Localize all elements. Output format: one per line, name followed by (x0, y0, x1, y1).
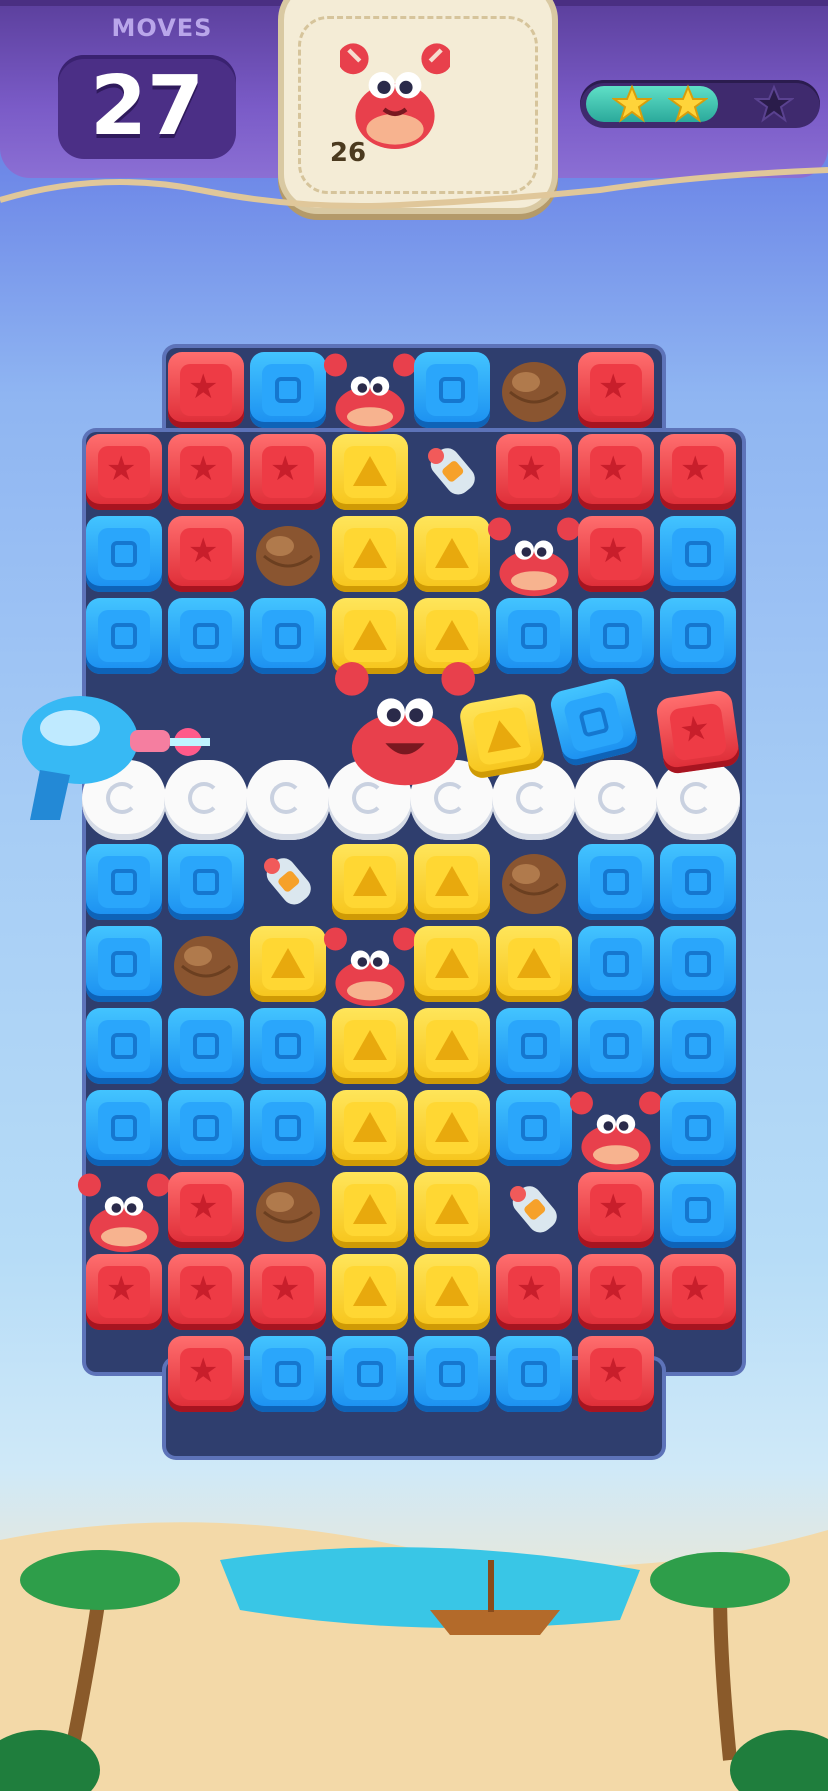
red-star-block[interactable]: ★ (86, 434, 162, 510)
yellow-triangle-block[interactable] (414, 516, 490, 592)
rope-decoration (0, 167, 828, 209)
red-star-block[interactable]: ★ (578, 1172, 654, 1248)
red-star-block[interactable]: ★ (496, 1254, 572, 1330)
blue-square-block[interactable] (168, 844, 244, 920)
red-star-block[interactable]: ★ (168, 1336, 244, 1412)
blue-square-block[interactable] (250, 352, 326, 428)
red-star-block[interactable]: ★ (168, 1172, 244, 1248)
blue-square-block[interactable] (660, 844, 736, 920)
blue-square-block[interactable] (496, 1336, 572, 1412)
red-star-block[interactable]: ★ (578, 434, 654, 510)
red-star-block[interactable]: ★ (168, 434, 244, 510)
yellow-triangle-block[interactable] (414, 926, 490, 1002)
blue-square-block[interactable] (332, 1336, 408, 1412)
blue-square-block[interactable] (168, 598, 244, 674)
yellow-triangle-block[interactable] (414, 1090, 490, 1166)
red-star-block[interactable]: ★ (660, 1254, 736, 1330)
moves-counter: 27 (58, 55, 236, 159)
blue-square-block[interactable] (250, 598, 326, 674)
star-empty-icon (754, 84, 794, 123)
crab-icon (322, 914, 418, 1010)
yellow-triangle-block[interactable] (332, 516, 408, 592)
big-crab-icon (335, 662, 475, 786)
blue-square-block[interactable] (496, 1008, 572, 1084)
coconut-icon[interactable] (250, 1172, 326, 1248)
crab-icon (322, 340, 418, 436)
blue-square-block[interactable] (660, 1172, 736, 1248)
blue-square-block[interactable] (660, 926, 736, 1002)
blue-square-block[interactable] (86, 926, 162, 1002)
blue-square-block[interactable] (86, 844, 162, 920)
blue-square-block[interactable] (86, 1090, 162, 1166)
moves-label: MOVES (111, 14, 213, 42)
blue-square-block[interactable] (578, 844, 654, 920)
blue-square-block[interactable] (660, 1008, 736, 1084)
blue-square-block[interactable] (496, 1090, 572, 1166)
blue-square-block[interactable] (168, 1008, 244, 1084)
cloud-blocker (574, 760, 658, 840)
red-star-block[interactable]: ★ (578, 516, 654, 592)
coconut-icon[interactable] (496, 352, 572, 428)
red-star-block[interactable]: ★ (168, 516, 244, 592)
red-star-block[interactable]: ★ (578, 1336, 654, 1412)
star-icon (612, 84, 652, 123)
crab-icon (568, 1078, 664, 1174)
flying-red-block: ★ (655, 689, 741, 775)
coconut-icon[interactable] (168, 926, 244, 1002)
red-star-block[interactable]: ★ (168, 1254, 244, 1330)
red-star-block[interactable]: ★ (168, 352, 244, 428)
coconut-icon[interactable] (496, 844, 572, 920)
crab-icon (486, 504, 582, 600)
yellow-triangle-block[interactable] (332, 434, 408, 510)
blue-square-block[interactable] (660, 598, 736, 674)
blue-square-block[interactable] (414, 352, 490, 428)
blue-square-block[interactable] (86, 1008, 162, 1084)
yellow-triangle-block[interactable] (332, 1172, 408, 1248)
yellow-triangle-block[interactable] (332, 1254, 408, 1330)
yellow-triangle-block[interactable] (414, 1172, 490, 1248)
blue-square-block[interactable] (168, 1090, 244, 1166)
red-star-block[interactable]: ★ (660, 434, 736, 510)
blue-square-block[interactable] (578, 1008, 654, 1084)
red-star-block[interactable]: ★ (578, 352, 654, 428)
blue-square-block[interactable] (578, 926, 654, 1002)
yellow-triangle-block[interactable] (332, 1090, 408, 1166)
crab-icon (76, 1160, 172, 1256)
moves-value: 27 (89, 59, 205, 154)
yellow-triangle-block[interactable] (414, 1254, 490, 1330)
yellow-triangle-block[interactable] (414, 844, 490, 920)
blue-square-block[interactable] (496, 598, 572, 674)
red-star-block[interactable]: ★ (86, 1254, 162, 1330)
blue-square-block[interactable] (660, 1090, 736, 1166)
rocket-booster-icon[interactable] (414, 434, 490, 510)
rocket-booster-icon[interactable] (496, 1172, 572, 1248)
beach-scenery (0, 1522, 828, 1791)
blue-square-block[interactable] (414, 1336, 490, 1412)
yellow-triangle-block[interactable] (332, 1008, 408, 1084)
blue-square-block[interactable] (250, 1090, 326, 1166)
ray-gun-icon[interactable] (10, 680, 210, 830)
blue-square-block[interactable] (86, 516, 162, 592)
blue-square-block[interactable] (250, 1336, 326, 1412)
blue-square-block[interactable] (250, 1008, 326, 1084)
yellow-triangle-block[interactable] (250, 926, 326, 1002)
red-star-block[interactable]: ★ (250, 1254, 326, 1330)
blue-square-block[interactable] (86, 598, 162, 674)
star-progress-bar (580, 80, 820, 128)
rocket-booster-icon[interactable] (250, 844, 326, 920)
blue-square-block[interactable] (660, 516, 736, 592)
yellow-triangle-block[interactable] (496, 926, 572, 1002)
blue-square-block[interactable] (578, 598, 654, 674)
star-icon (668, 84, 708, 123)
cloud-blocker (656, 760, 740, 840)
red-star-block[interactable]: ★ (578, 1254, 654, 1330)
yellow-triangle-block[interactable] (414, 1008, 490, 1084)
yellow-triangle-block[interactable] (332, 844, 408, 920)
coconut-icon[interactable] (250, 516, 326, 592)
red-star-block[interactable]: ★ (496, 434, 572, 510)
cloud-blocker (246, 760, 330, 840)
red-star-block[interactable]: ★ (250, 434, 326, 510)
